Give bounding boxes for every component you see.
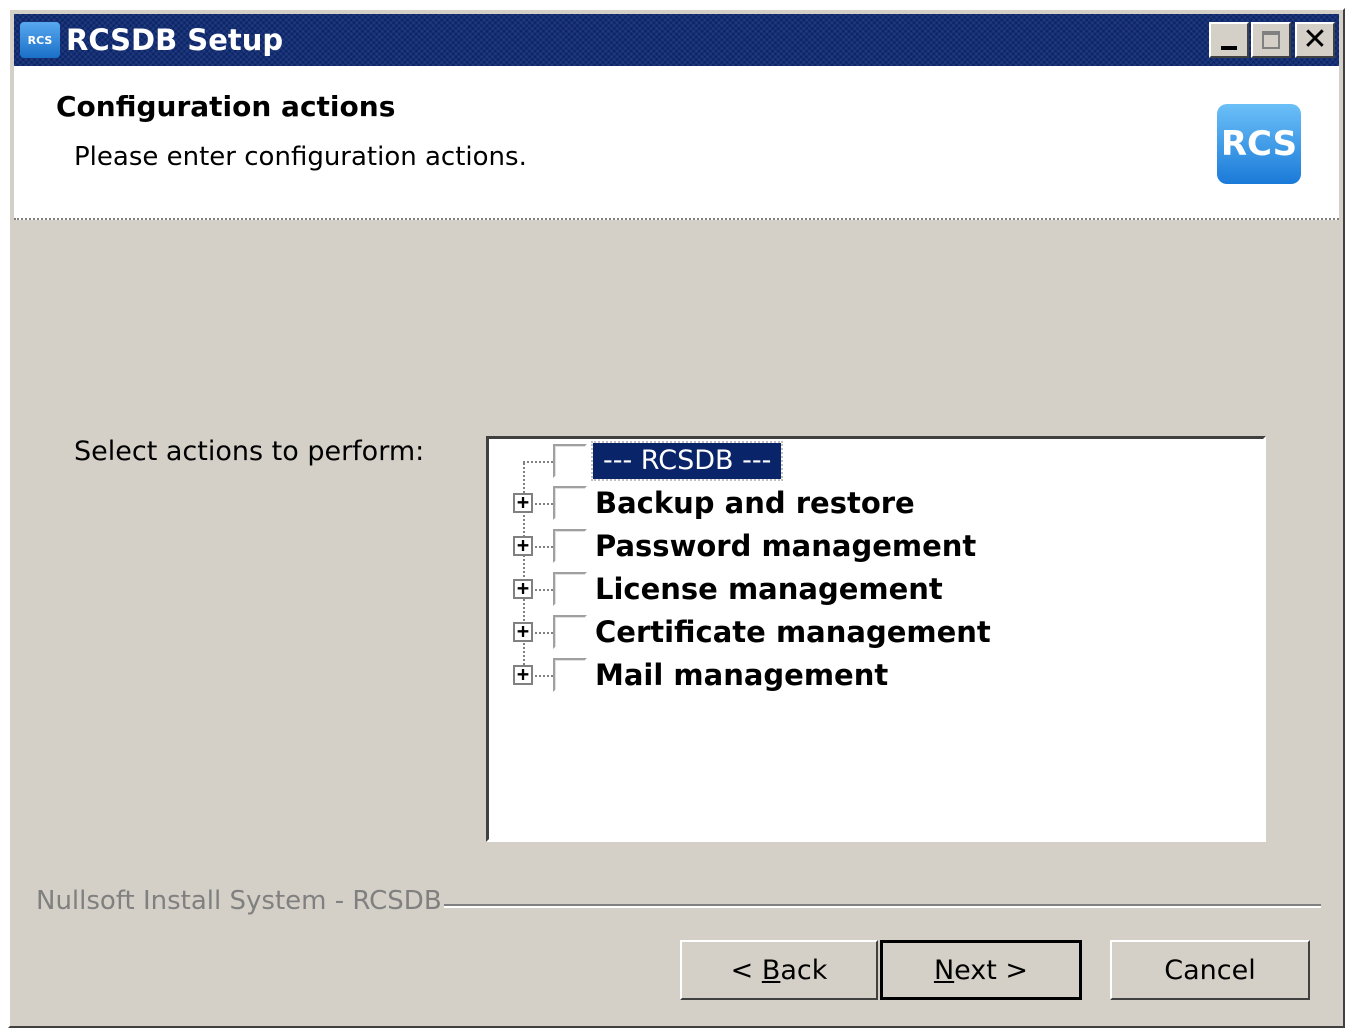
next-button-accelerator: N: [933, 954, 955, 986]
checkbox-password[interactable]: [553, 529, 587, 563]
page-subtitle: Please enter configuration actions.: [74, 142, 527, 172]
tree-item-label[interactable]: Certificate management: [595, 612, 991, 652]
checkbox-rcsdb[interactable]: [553, 444, 587, 478]
setup-window: RCS RCSDB Setup ✕ Configuration actions …: [8, 8, 1345, 1028]
header-panel: Configuration actions Please enter confi…: [14, 66, 1339, 220]
close-button[interactable]: ✕: [1295, 22, 1335, 58]
tree-item-label[interactable]: License management: [595, 569, 943, 609]
maximize-button[interactable]: [1251, 22, 1291, 58]
cancel-button[interactable]: Cancel: [1110, 940, 1310, 1000]
page-title: Configuration actions: [56, 90, 396, 123]
checkbox-mail[interactable]: [553, 658, 587, 692]
checkbox-certificate[interactable]: [553, 615, 587, 649]
expand-icon[interactable]: +: [513, 664, 533, 685]
rcs-logo: RCS: [1217, 104, 1301, 184]
tree-item-password[interactable]: + Password management: [489, 526, 1263, 566]
expand-icon[interactable]: +: [513, 578, 533, 599]
window-title: RCSDB Setup: [66, 23, 284, 57]
close-icon: ✕: [1302, 22, 1328, 57]
footer-separator: [444, 904, 1321, 908]
title-bar[interactable]: RCS RCSDB Setup ✕: [14, 14, 1339, 66]
actions-tree[interactable]: --- RCSDB --- + Backup and restore + Pas…: [486, 436, 1266, 842]
installer-brand: Nullsoft Install System - RCSDB: [36, 886, 442, 916]
next-button[interactable]: Next >: [880, 940, 1082, 1000]
expand-icon[interactable]: +: [513, 492, 533, 513]
cancel-button-label: Cancel: [1164, 954, 1256, 986]
maximize-icon: [1262, 31, 1280, 49]
tree-item-label[interactable]: Mail management: [595, 655, 888, 695]
tree-root-label[interactable]: --- RCSDB ---: [590, 441, 784, 481]
tree-connector: [523, 461, 553, 463]
back-button-accelerator: B: [761, 954, 781, 986]
next-button-label: ext >: [954, 954, 1029, 986]
checkbox-license[interactable]: [553, 572, 587, 606]
back-button-label: ack: [780, 954, 828, 986]
checkbox-backup[interactable]: [553, 486, 587, 520]
tree-item-certificate[interactable]: + Certificate management: [489, 612, 1263, 652]
minimize-button[interactable]: [1209, 22, 1249, 58]
expand-icon[interactable]: +: [513, 621, 533, 642]
tree-item-mail[interactable]: + Mail management: [489, 655, 1263, 695]
tree-item-license[interactable]: + License management: [489, 569, 1263, 609]
app-icon: RCS: [20, 22, 60, 58]
tree-root-row[interactable]: --- RCSDB ---: [489, 441, 1263, 481]
tree-item-backup[interactable]: + Backup and restore: [489, 483, 1263, 523]
back-button-prefix: <: [730, 954, 762, 986]
tree-item-label[interactable]: Backup and restore: [595, 483, 915, 523]
expand-icon[interactable]: +: [513, 535, 533, 556]
back-button[interactable]: < Back: [680, 940, 878, 1000]
select-actions-label: Select actions to perform:: [74, 436, 425, 467]
tree-item-label[interactable]: Password management: [595, 526, 976, 566]
minimize-icon: [1221, 46, 1237, 50]
